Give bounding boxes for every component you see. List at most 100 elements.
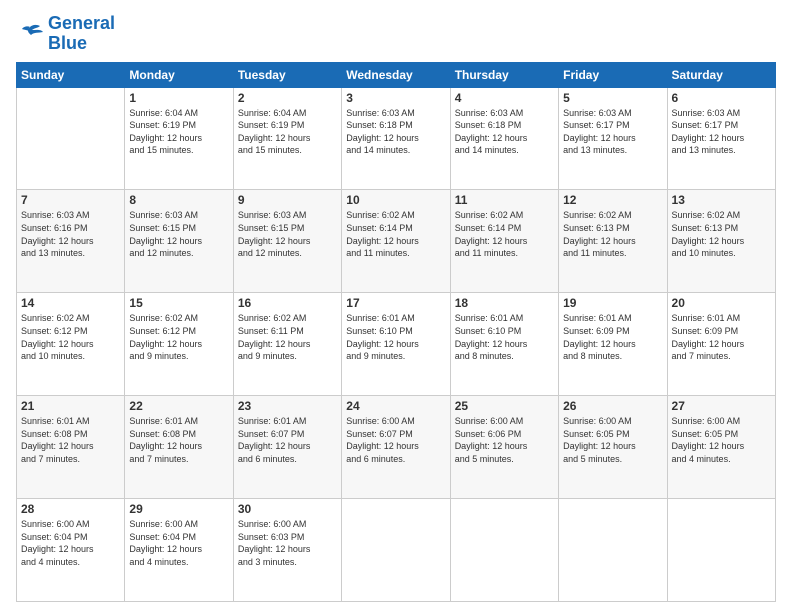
logo-text-blue: Blue	[48, 34, 115, 54]
day-info: Sunrise: 6:00 AMSunset: 6:03 PMDaylight:…	[238, 518, 337, 568]
logo-text-general: General	[48, 14, 115, 34]
page: General Blue SundayMondayTuesdayWednesda…	[0, 0, 792, 612]
calendar-cell: 30 Sunrise: 6:00 AMSunset: 6:03 PMDayligh…	[233, 499, 341, 602]
calendar-cell: 11 Sunrise: 6:02 AMSunset: 6:14 PMDayligh…	[450, 190, 558, 293]
calendar-week-row: 7 Sunrise: 6:03 AMSunset: 6:16 PMDaylight…	[17, 190, 776, 293]
calendar-cell: 3Sunrise: 6:03 AMSunset: 6:18 PMDaylight…	[342, 87, 450, 190]
calendar-header-monday: Monday	[125, 62, 233, 87]
day-info: Sunrise: 6:01 AMSunset: 6:10 PMDaylight:…	[455, 312, 554, 362]
day-number: 30	[238, 502, 337, 516]
calendar-cell	[450, 499, 558, 602]
day-info: Sunrise: 6:01 AMSunset: 6:09 PMDaylight:…	[672, 312, 771, 362]
day-info: Sunrise: 6:00 AMSunset: 6:04 PMDaylight:…	[129, 518, 228, 568]
calendar-cell: 2 Sunrise: 6:04 AMSunset: 6:19 PMDaylight…	[233, 87, 341, 190]
day-info: Sunrise: 6:02 AMSunset: 6:14 PMDaylight:…	[346, 209, 445, 259]
calendar-header-tuesday: Tuesday	[233, 62, 341, 87]
day-number: 8	[129, 193, 228, 207]
calendar-cell: 29Sunrise: 6:00 AMSunset: 6:04 PMDayligh…	[125, 499, 233, 602]
calendar-cell: 5 Sunrise: 6:03 AMSunset: 6:17 PMDaylight…	[559, 87, 667, 190]
day-info: Sunrise: 6:00 AMSunset: 6:05 PMDaylight:…	[563, 415, 662, 465]
calendar-cell: 20 Sunrise: 6:01 AMSunset: 6:09 PMDayligh…	[667, 293, 775, 396]
day-info: Sunrise: 6:00 AMSunset: 6:07 PMDaylight:…	[346, 415, 445, 465]
day-number: 27	[672, 399, 771, 413]
calendar-cell: 6Sunrise: 6:03 AMSunset: 6:17 PMDaylight…	[667, 87, 775, 190]
day-info: Sunrise: 6:04 AMSunset: 6:19 PMDaylight:…	[238, 107, 337, 157]
calendar-header-saturday: Saturday	[667, 62, 775, 87]
calendar-cell: 25Sunrise: 6:00 AMSunset: 6:06 PMDayligh…	[450, 396, 558, 499]
day-number: 6	[672, 91, 771, 105]
calendar-cell: 23Sunrise: 6:01 AMSunset: 6:07 PMDayligh…	[233, 396, 341, 499]
day-info: Sunrise: 6:01 AMSunset: 6:07 PMDaylight:…	[238, 415, 337, 465]
calendar-cell: 27 Sunrise: 6:00 AMSunset: 6:05 PMDayligh…	[667, 396, 775, 499]
day-number: 10	[346, 193, 445, 207]
day-info: Sunrise: 6:02 AMSunset: 6:12 PMDaylight:…	[129, 312, 228, 362]
day-number: 2	[238, 91, 337, 105]
calendar-cell: 18 Sunrise: 6:01 AMSunset: 6:10 PMDayligh…	[450, 293, 558, 396]
calendar-cell: 21 Sunrise: 6:01 AMSunset: 6:08 PMDayligh…	[17, 396, 125, 499]
day-info: Sunrise: 6:01 AMSunset: 6:09 PMDaylight:…	[563, 312, 662, 362]
calendar-cell: 1 Sunrise: 6:04 AMSunset: 6:19 PMDaylight…	[125, 87, 233, 190]
calendar-cell: 22Sunrise: 6:01 AMSunset: 6:08 PMDayligh…	[125, 396, 233, 499]
day-number: 16	[238, 296, 337, 310]
calendar-cell: 12 Sunrise: 6:02 AMSunset: 6:13 PMDayligh…	[559, 190, 667, 293]
day-info: Sunrise: 6:02 AMSunset: 6:13 PMDaylight:…	[672, 209, 771, 259]
calendar-cell: 19 Sunrise: 6:01 AMSunset: 6:09 PMDayligh…	[559, 293, 667, 396]
calendar-week-row: 21 Sunrise: 6:01 AMSunset: 6:08 PMDayligh…	[17, 396, 776, 499]
calendar-cell: 17Sunrise: 6:01 AMSunset: 6:10 PMDayligh…	[342, 293, 450, 396]
calendar-cell	[17, 87, 125, 190]
calendar-table: SundayMondayTuesdayWednesdayThursdayFrid…	[16, 62, 776, 602]
calendar-cell: 28Sunrise: 6:00 AMSunset: 6:04 PMDayligh…	[17, 499, 125, 602]
day-number: 9	[238, 193, 337, 207]
day-number: 13	[672, 193, 771, 207]
day-number: 14	[21, 296, 120, 310]
calendar-cell: 26 Sunrise: 6:00 AMSunset: 6:05 PMDayligh…	[559, 396, 667, 499]
day-info: Sunrise: 6:02 AMSunset: 6:14 PMDaylight:…	[455, 209, 554, 259]
calendar-header-thursday: Thursday	[450, 62, 558, 87]
day-info: Sunrise: 6:03 AMSunset: 6:18 PMDaylight:…	[346, 107, 445, 157]
day-info: Sunrise: 6:01 AMSunset: 6:08 PMDaylight:…	[129, 415, 228, 465]
day-number: 12	[563, 193, 662, 207]
day-number: 7	[21, 193, 120, 207]
calendar-cell: 10 Sunrise: 6:02 AMSunset: 6:14 PMDayligh…	[342, 190, 450, 293]
day-number: 15	[129, 296, 228, 310]
day-number: 11	[455, 193, 554, 207]
day-info: Sunrise: 6:01 AMSunset: 6:08 PMDaylight:…	[21, 415, 120, 465]
calendar-cell: 16 Sunrise: 6:02 AMSunset: 6:11 PMDayligh…	[233, 293, 341, 396]
calendar-cell: 14 Sunrise: 6:02 AMSunset: 6:12 PMDayligh…	[17, 293, 125, 396]
day-info: Sunrise: 6:00 AMSunset: 6:05 PMDaylight:…	[672, 415, 771, 465]
day-number: 18	[455, 296, 554, 310]
header: General Blue	[16, 14, 776, 54]
logo: General Blue	[16, 14, 115, 54]
calendar-header-row: SundayMondayTuesdayWednesdayThursdayFrid…	[17, 62, 776, 87]
day-number: 1	[129, 91, 228, 105]
calendar-cell	[667, 499, 775, 602]
day-info: Sunrise: 6:03 AMSunset: 6:18 PMDaylight:…	[455, 107, 554, 157]
day-info: Sunrise: 6:02 AMSunset: 6:11 PMDaylight:…	[238, 312, 337, 362]
day-number: 21	[21, 399, 120, 413]
day-info: Sunrise: 6:04 AMSunset: 6:19 PMDaylight:…	[129, 107, 228, 157]
calendar-header-friday: Friday	[559, 62, 667, 87]
day-number: 26	[563, 399, 662, 413]
day-info: Sunrise: 6:03 AMSunset: 6:17 PMDaylight:…	[563, 107, 662, 157]
calendar-cell: 15 Sunrise: 6:02 AMSunset: 6:12 PMDayligh…	[125, 293, 233, 396]
day-number: 5	[563, 91, 662, 105]
day-info: Sunrise: 6:02 AMSunset: 6:12 PMDaylight:…	[21, 312, 120, 362]
calendar-cell	[559, 499, 667, 602]
day-number: 17	[346, 296, 445, 310]
calendar-cell: 8 Sunrise: 6:03 AMSunset: 6:15 PMDaylight…	[125, 190, 233, 293]
day-number: 24	[346, 399, 445, 413]
calendar-cell: 7 Sunrise: 6:03 AMSunset: 6:16 PMDaylight…	[17, 190, 125, 293]
day-info: Sunrise: 6:03 AMSunset: 6:15 PMDaylight:…	[129, 209, 228, 259]
calendar-cell: 24 Sunrise: 6:00 AMSunset: 6:07 PMDayligh…	[342, 396, 450, 499]
day-number: 19	[563, 296, 662, 310]
calendar-cell: 9Sunrise: 6:03 AMSunset: 6:15 PMDaylight…	[233, 190, 341, 293]
calendar-header-sunday: Sunday	[17, 62, 125, 87]
day-info: Sunrise: 6:02 AMSunset: 6:13 PMDaylight:…	[563, 209, 662, 259]
day-info: Sunrise: 6:03 AMSunset: 6:16 PMDaylight:…	[21, 209, 120, 259]
day-number: 25	[455, 399, 554, 413]
day-number: 20	[672, 296, 771, 310]
day-info: Sunrise: 6:00 AMSunset: 6:04 PMDaylight:…	[21, 518, 120, 568]
calendar-cell: 4Sunrise: 6:03 AMSunset: 6:18 PMDaylight…	[450, 87, 558, 190]
calendar-week-row: 1 Sunrise: 6:04 AMSunset: 6:19 PMDaylight…	[17, 87, 776, 190]
calendar-cell	[342, 499, 450, 602]
